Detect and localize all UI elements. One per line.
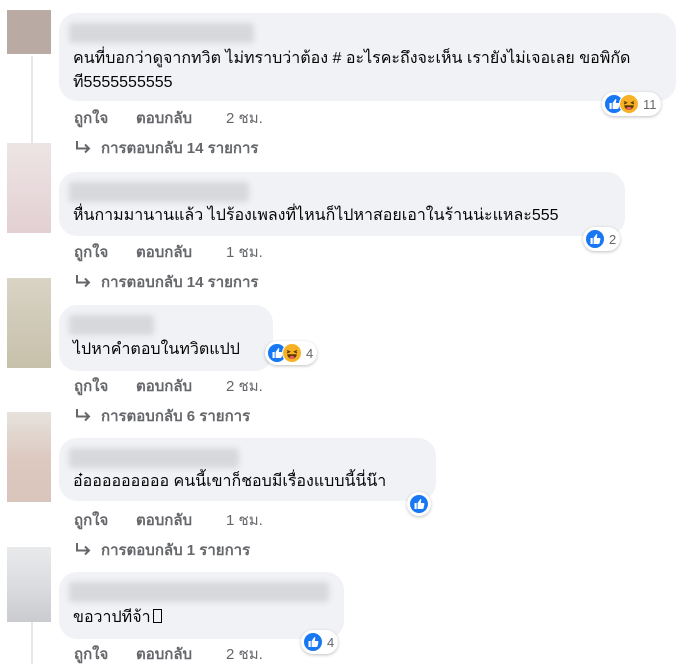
- avatar[interactable]: [7, 278, 51, 368]
- haha-reaction-icon: [282, 343, 302, 363]
- comment-timestamp[interactable]: 1 ชม.: [226, 508, 263, 532]
- reaction-count: 11: [643, 96, 657, 112]
- reply-arrow-icon: [76, 141, 91, 154]
- view-replies-label: การตอบกลับ 14 รายการ: [101, 140, 259, 157]
- reaction-count: 4: [306, 345, 314, 361]
- reply-button[interactable]: ตอบกลับ: [136, 106, 226, 130]
- reply-arrow-icon: [76, 409, 91, 422]
- comment-text: ไปหาคำตอบในทวิตแปป: [73, 341, 240, 358]
- comment-actions: ถูกใจ ตอบกลับ 2 ชม.: [74, 106, 263, 130]
- comment-actions: ถูกใจ ตอบกลับ 2 ชม.: [74, 642, 263, 666]
- like-button[interactable]: ถูกใจ: [74, 374, 136, 398]
- reply-button[interactable]: ตอบกลับ: [136, 642, 226, 666]
- comment-bubble: ขอวาปทีจ้า: [59, 572, 344, 639]
- like-reaction-icon: [409, 494, 429, 514]
- view-replies-link[interactable]: การตอบกลับ 14 รายการ: [74, 136, 258, 160]
- like-button[interactable]: ถูกใจ: [74, 642, 136, 666]
- avatar[interactable]: [7, 547, 51, 622]
- comment-text: หื่นกามมานานแล้ว ไปร้องเพลงที่ไหนก็ไปหาส…: [73, 207, 559, 224]
- comment-bubble: อ๋อออออออออ คนนี้เขาก็ชอบมีเรื่องแบบนี้น…: [59, 438, 436, 501]
- like-reaction-icon: [303, 632, 323, 652]
- avatar[interactable]: [7, 143, 51, 233]
- avatar[interactable]: [7, 10, 51, 54]
- reaction-count: 4: [327, 634, 335, 650]
- comment-timestamp[interactable]: 1 ชม.: [226, 240, 263, 264]
- author-name-blurred[interactable]: [69, 315, 154, 335]
- reactions-summary[interactable]: 4: [265, 341, 318, 365]
- view-replies-link[interactable]: การตอบกลับ 14 รายการ: [74, 270, 258, 294]
- comment-text: ขอวาปทีจ้า: [73, 606, 343, 630]
- reply-button[interactable]: ตอบกลับ: [136, 508, 226, 532]
- thread-line: [31, 56, 33, 146]
- view-replies-link[interactable]: การตอบกลับ 6 รายการ: [74, 404, 250, 428]
- comment-actions: ถูกใจ ตอบกลับ 1 ชม.: [74, 508, 263, 532]
- missing-glyph-icon: [152, 609, 162, 623]
- like-button[interactable]: ถูกใจ: [74, 508, 136, 532]
- author-name-blurred[interactable]: [69, 182, 249, 202]
- view-replies-link[interactable]: การตอบกลับ 1 รายการ: [74, 538, 250, 562]
- reaction-count: 2: [609, 231, 617, 247]
- comment-actions: ถูกใจ ตอบกลับ 1 ชม.: [74, 240, 263, 264]
- thread-line: [31, 622, 33, 664]
- reactions-summary[interactable]: 2: [583, 227, 621, 251]
- comment-text-content: ขอวาปทีจ้า: [73, 609, 151, 626]
- haha-reaction-icon: [619, 94, 639, 114]
- avatar[interactable]: [7, 412, 51, 502]
- reactions-summary[interactable]: [407, 492, 431, 516]
- view-replies-label: การตอบกลับ 6 รายการ: [101, 408, 251, 425]
- comment-timestamp[interactable]: 2 ชม.: [226, 106, 263, 130]
- comment-timestamp[interactable]: 2 ชม.: [226, 374, 263, 398]
- like-button[interactable]: ถูกใจ: [74, 106, 136, 130]
- reply-arrow-icon: [76, 543, 91, 556]
- like-button[interactable]: ถูกใจ: [74, 240, 136, 264]
- reply-arrow-icon: [76, 275, 91, 288]
- reactions-summary[interactable]: 11: [602, 92, 661, 116]
- like-reaction-icon: [585, 229, 605, 249]
- view-replies-label: การตอบกลับ 1 รายการ: [101, 542, 251, 559]
- author-name-blurred[interactable]: [69, 582, 329, 602]
- comment-text: อ๋อออออออออ คนนี้เขาก็ชอบมีเรื่องแบบนี้น…: [73, 473, 387, 490]
- comment-bubble: หื่นกามมานานแล้ว ไปร้องเพลงที่ไหนก็ไปหาส…: [59, 172, 625, 236]
- comment-bubble: คนที่บอกว่าดูจากทวิต ไม่ทราบว่าต้อง # อะ…: [59, 13, 676, 101]
- comment-timestamp[interactable]: 2 ชม.: [226, 642, 263, 666]
- reply-button[interactable]: ตอบกลับ: [136, 240, 226, 264]
- author-name-blurred[interactable]: [69, 23, 254, 43]
- view-replies-label: การตอบกลับ 14 รายการ: [101, 274, 259, 291]
- comment-text: คนที่บอกว่าดูจากทวิต ไม่ทราบว่าต้อง # อะ…: [73, 50, 631, 91]
- comment-bubble: ไปหาคำตอบในทวิตแปป: [59, 305, 273, 371]
- author-name-blurred[interactable]: [69, 448, 239, 468]
- reactions-summary[interactable]: 4: [301, 630, 339, 654]
- comment-actions: ถูกใจ ตอบกลับ 2 ชม.: [74, 374, 263, 398]
- reply-button[interactable]: ตอบกลับ: [136, 374, 226, 398]
